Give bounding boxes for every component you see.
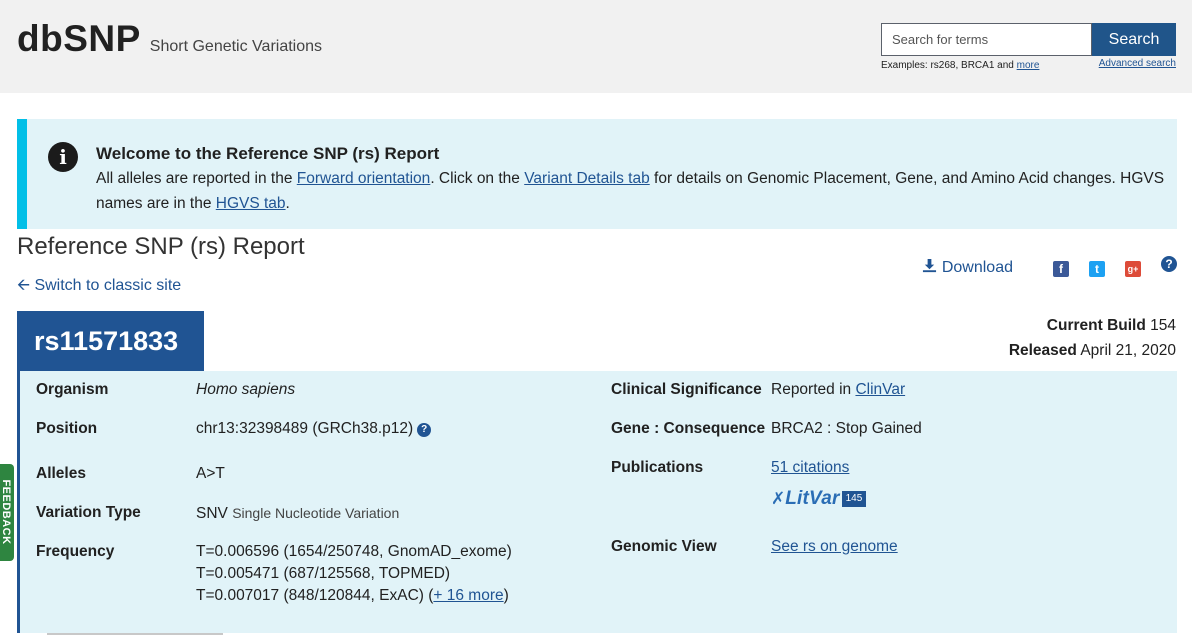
tab-strip-hint <box>47 633 223 635</box>
genomic-view-label: Genomic View <box>611 538 717 555</box>
switch-classic-label: Switch to classic site <box>34 277 182 294</box>
banner-title: Welcome to the Reference SNP (rs) Report <box>96 144 440 163</box>
publications-label: Publications <box>611 459 704 476</box>
organism-label: Organism <box>36 381 109 398</box>
position-help-icon[interactable]: ? <box>417 423 432 437</box>
examples-text: Examples: rs268, BRCA1 and <box>881 60 1017 71</box>
position-value: chr13:32398489 (GRCh38.p12) <box>196 420 414 437</box>
released-value: April 21, 2020 <box>1080 342 1176 359</box>
download-label: Download <box>941 258 1013 276</box>
litvar-count-badge: 145 <box>841 491 867 507</box>
frequency-3-text: T=0.007017 (848/120844, ExAC) ( <box>196 587 434 604</box>
report-tools: Download f t g+ ? <box>922 256 1177 277</box>
gene-consequence-value: BRCA2 : Stop Gained <box>771 420 922 437</box>
released: Released April 21, 2020 <box>1009 338 1176 363</box>
variation-type-label: Variation Type <box>36 504 141 521</box>
variation-type-desc: Single Nucleotide Variation <box>232 505 400 521</box>
frequency-3-suffix: ) <box>503 587 509 604</box>
clinical-significance-label: Clinical Significance <box>611 381 762 398</box>
feedback-label: FEEDBACK <box>0 479 12 545</box>
switch-classic-link[interactable]: 🡨 Switch to classic site <box>17 274 181 301</box>
position-row: chr13:32398489 (GRCh38.p12)? <box>196 418 432 440</box>
citations-link[interactable]: 51 citations <box>771 459 849 476</box>
forward-orientation-link[interactable]: Forward orientation <box>297 170 431 187</box>
twitter-icon[interactable]: t <box>1089 261 1105 277</box>
litvar-dna-icon: ✗ <box>771 489 786 508</box>
see-rs-on-genome-link[interactable]: See rs on genome <box>771 538 898 555</box>
rs-id-badge: rs11571833 <box>17 311 204 371</box>
app-title[interactable]: dbSNP <box>17 18 141 60</box>
variant-details-tab-link[interactable]: Variant Details tab <box>524 170 650 187</box>
welcome-banner: i Welcome to the Reference SNP (rs) Repo… <box>17 119 1177 229</box>
alleles-value: A>T <box>196 465 225 482</box>
facebook-icon[interactable]: f <box>1053 261 1069 277</box>
current-build-label: Current Build <box>1046 317 1146 334</box>
current-build-value: 154 <box>1150 317 1176 334</box>
banner-text-4: . <box>285 195 290 212</box>
frequency-item: T=0.005471 (687/125568, TOPMED) <box>196 565 451 582</box>
brand: dbSNP Short Genetic Variations <box>17 18 322 60</box>
frequency-list: T=0.006596 (1654/250748, GnomAD_exome) T… <box>196 541 512 607</box>
masthead: dbSNP Short Genetic Variations Search Ex… <box>0 0 1192 93</box>
app-subtitle: Short Genetic Variations <box>149 38 323 55</box>
variation-type-row: SNV Single Nucleotide Variation <box>196 502 399 525</box>
banner-body: All alleles are reported in the Forward … <box>96 166 1166 216</box>
help-icon[interactable]: ? <box>1161 256 1177 272</box>
alleles-label: Alleles <box>36 465 86 482</box>
litvar-link[interactable]: ✗ LitVar 145 <box>771 488 867 510</box>
frequency-label: Frequency <box>36 543 115 560</box>
download-icon <box>923 258 937 272</box>
search-button[interactable]: Search <box>1092 23 1176 56</box>
variation-type-code: SNV <box>196 505 228 522</box>
feedback-tab[interactable]: FEEDBACK <box>0 464 14 561</box>
search-examples: Examples: rs268, BRCA1 and more <box>881 60 1039 71</box>
genomic-view-value: See rs on genome <box>771 536 898 558</box>
banner-text-2: . Click on the <box>430 170 525 187</box>
examples-more-link[interactable]: more <box>1017 60 1040 71</box>
position-label: Position <box>36 420 98 437</box>
litvar-logo: LitVar <box>785 488 840 509</box>
clinical-significance-value: Reported in ClinVar <box>771 379 905 401</box>
page-title: Reference SNP (rs) Report <box>17 233 305 260</box>
banner-text: Welcome to the Reference SNP (rs) Report… <box>96 141 1166 216</box>
current-build: Current Build 154 <box>1009 313 1176 338</box>
clinvar-link[interactable]: ClinVar <box>855 381 905 398</box>
frequency-item: T=0.007017 (848/120844, ExAC) (+ 16 more… <box>196 585 512 607</box>
advanced-search-link[interactable]: Advanced search <box>1099 58 1176 69</box>
gene-consequence-label: Gene : Consequence <box>611 420 766 437</box>
download-link[interactable]: Download <box>922 258 1013 277</box>
summary-panel: Organism Homo sapiens Position chr13:323… <box>17 371 1177 633</box>
released-label: Released <box>1008 342 1077 359</box>
arrow-left-icon: 🡨 <box>17 277 30 294</box>
google-plus-icon[interactable]: g+ <box>1125 261 1141 277</box>
frequency-more-link[interactable]: + 16 more <box>433 587 503 604</box>
organism-value: Homo sapiens <box>196 381 296 398</box>
search-input[interactable] <box>881 23 1092 56</box>
frequency-item: T=0.006596 (1654/250748, GnomAD_exome) <box>196 543 512 560</box>
banner-text-1: All alleles are reported in the <box>96 170 297 187</box>
publications-value: 51 citations <box>771 457 849 479</box>
advanced-search: Advanced search <box>1099 58 1176 69</box>
info-icon: i <box>48 142 78 172</box>
build-info: Current Build 154 Released April 21, 202… <box>1009 313 1176 363</box>
clinical-prefix: Reported in <box>771 381 856 398</box>
hgvs-tab-link[interactable]: HGVS tab <box>216 195 286 212</box>
